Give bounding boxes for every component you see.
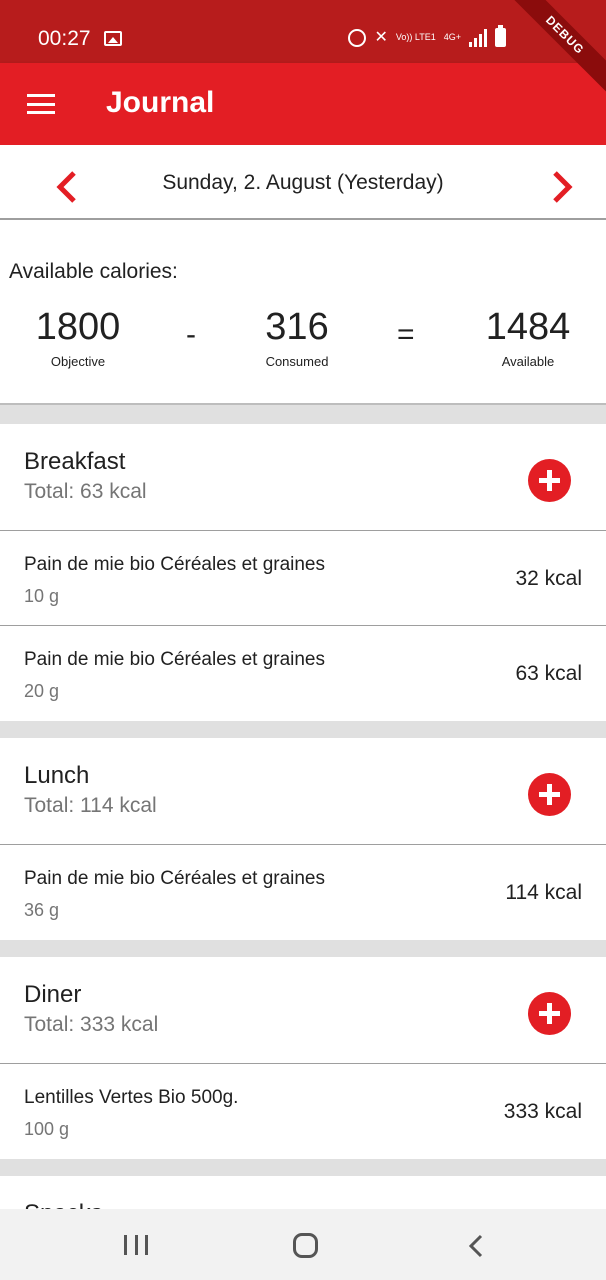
food-quantity: 10 g — [24, 586, 60, 606]
meal-header: Diner Total: 333 kcal — [0, 957, 606, 1064]
calories-summary: Available calories: 1800 Objective - 316… — [0, 220, 606, 405]
signal-icon — [469, 28, 487, 47]
meal-header: Lunch Total: 114 kcal — [0, 738, 606, 845]
alarm-icon — [348, 28, 367, 47]
meal-total: Total: 63 kcal — [24, 480, 147, 503]
consumed-block: 316 Consumed — [227, 306, 367, 369]
meal-section-snacks: Snacks — [0, 1176, 606, 1209]
volte-icon: Vo)) LTE1 — [395, 32, 436, 42]
food-kcal: 63 kcal — [515, 662, 582, 685]
meal-total: Total: 114 kcal — [24, 794, 157, 817]
back-icon[interactable] — [466, 1234, 486, 1258]
available-block: 1484 Available — [458, 306, 598, 369]
food-kcal: 32 kcal — [515, 567, 582, 590]
status-bar: 00:27 ✕ Vo)) LTE1 4G+ — [0, 0, 606, 63]
system-nav-bar — [0, 1209, 606, 1280]
meal-name: Diner — [24, 981, 82, 1008]
meal-name: Lunch — [24, 762, 90, 789]
available-label: Available — [501, 354, 555, 369]
objective-label: Objective — [50, 354, 106, 369]
hamburger-menu-icon[interactable] — [27, 94, 55, 114]
food-item[interactable]: Pain de mie bio Céréales et graines 20 g… — [0, 626, 606, 721]
battery-icon — [495, 25, 506, 47]
calories-heading: Available calories: — [9, 260, 178, 283]
add-food-button[interactable] — [528, 992, 571, 1035]
meal-section-lunch: Lunch Total: 114 kcal Pain de mie bio Cé… — [0, 738, 606, 940]
add-food-button[interactable] — [528, 459, 571, 502]
food-name: Pain de mie bio Céréales et graines — [24, 554, 326, 575]
app-bar: Journal — [0, 63, 606, 145]
meal-header: Breakfast Total: 63 kcal — [0, 424, 606, 531]
meal-total: Total: 333 kcal — [24, 1013, 159, 1036]
meal-name: Snacks — [24, 1200, 103, 1209]
chevron-right-icon[interactable] — [547, 167, 577, 207]
food-name: Lentilles Vertes Bio 500g. — [24, 1087, 239, 1108]
network-type-icon: 4G+ — [443, 32, 461, 42]
meal-section-breakfast: Breakfast Total: 63 kcal Pain de mie bio… — [0, 424, 606, 721]
objective-block: 1800 Objective — [8, 306, 148, 369]
date-label: Sunday, 2. August (Yesterday) — [162, 171, 444, 194]
status-time: 00:27 — [38, 27, 91, 50]
meal-name: Breakfast — [24, 448, 126, 475]
equals-sign: = — [397, 318, 415, 351]
food-name: Pain de mie bio Céréales et graines — [24, 868, 326, 889]
food-kcal: 114 kcal — [505, 881, 582, 904]
available-value: 1484 — [485, 306, 571, 348]
status-icons: ✕ Vo)) LTE1 4G+ — [348, 25, 506, 47]
food-quantity: 36 g — [24, 900, 60, 920]
food-quantity: 100 g — [24, 1119, 70, 1139]
date-navigator: Sunday, 2. August (Yesterday) — [0, 145, 606, 220]
meal-section-diner: Diner Total: 333 kcal Lentilles Vertes B… — [0, 957, 606, 1159]
food-name: Pain de mie bio Céréales et graines — [24, 649, 326, 670]
objective-value: 1800 — [35, 306, 121, 348]
home-icon[interactable] — [293, 1233, 318, 1258]
add-food-button[interactable] — [528, 773, 571, 816]
recent-apps-icon[interactable] — [124, 1235, 148, 1255]
food-item[interactable]: Pain de mie bio Céréales et graines 10 g… — [0, 531, 606, 626]
food-kcal: 333 kcal — [503, 1100, 582, 1123]
minus-sign: - — [186, 318, 196, 351]
food-item[interactable]: Pain de mie bio Céréales et graines 36 g… — [0, 845, 606, 940]
consumed-label: Consumed — [265, 354, 329, 369]
consumed-value: 316 — [265, 306, 329, 348]
mute-icon: ✕ — [374, 28, 388, 46]
image-notification-icon — [104, 31, 122, 46]
food-item[interactable]: Lentilles Vertes Bio 500g. 100 g 333 kca… — [0, 1064, 606, 1159]
food-quantity: 20 g — [24, 681, 60, 701]
page-title: Journal — [106, 86, 215, 119]
